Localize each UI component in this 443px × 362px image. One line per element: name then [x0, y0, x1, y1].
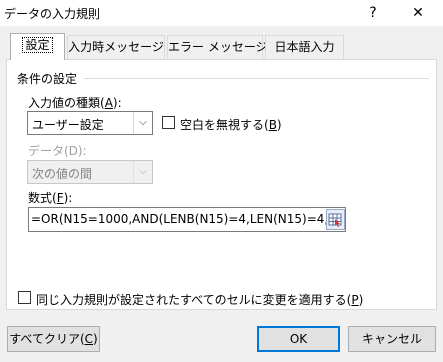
data-dropdown: 次の値の間 ⌵	[27, 160, 153, 184]
data-label: データ(D):	[28, 144, 87, 158]
tab-ime-label: 日本語入力	[274, 40, 335, 54]
tab-input-message[interactable]: 入力時メッセージ	[67, 35, 165, 59]
ok-button[interactable]: OK	[257, 326, 340, 352]
tab-error-message[interactable]: エラー メッセージ	[167, 35, 268, 59]
cancel-button[interactable]: キャンセル	[348, 326, 436, 352]
data-dropdown-value: 次の値の間	[32, 167, 93, 181]
range-select-button[interactable]	[326, 209, 345, 230]
tab-input-message-label: 入力時メッセージ	[68, 40, 164, 54]
close-icon[interactable]: ✕	[398, 0, 438, 26]
tab-settings-label: 設定	[22, 37, 53, 53]
chevron-down-icon: ⌵	[133, 161, 152, 183]
allow-label: 入力値の種類(A):	[28, 96, 122, 110]
ignore-blank-checkbox[interactable]	[162, 116, 175, 129]
allow-dropdown-value: ユーザー設定	[32, 118, 104, 132]
clear-all-button[interactable]: すべてクリア(C)	[7, 326, 100, 352]
allow-dropdown[interactable]: ユーザー設定 ⌵	[27, 111, 153, 135]
formula-label: 数式(F):	[28, 191, 73, 205]
group-divider	[84, 78, 429, 79]
tab-settings[interactable]: 設定	[10, 33, 65, 60]
apply-all-label[interactable]: 同じ入力規則が設定されたすべてのセルに変更を適用する(P)	[36, 291, 363, 308]
formula-input[interactable]: =OR(N15=1000,AND(LENB(N15)=4,LEN(N15)=4,	[28, 207, 346, 232]
tab-error-message-label: エラー メッセージ	[168, 40, 268, 54]
conditions-group-label: 条件の設定	[17, 72, 78, 86]
formula-input-value: =OR(N15=1000,AND(LENB(N15)=4,LEN(N15)=4,	[31, 212, 329, 226]
chevron-down-icon[interactable]: ⌵	[133, 112, 152, 134]
help-icon[interactable]: ?	[353, 0, 393, 26]
range-select-icon	[328, 213, 342, 227]
apply-all-checkbox[interactable]	[18, 291, 31, 304]
title-bar: データの入力規則 ? ✕	[0, 0, 443, 26]
ignore-blank-label[interactable]: 空白を無視する(B)	[180, 116, 282, 133]
window-title: データの入力規則	[4, 7, 101, 21]
tab-ime[interactable]: 日本語入力	[265, 35, 344, 59]
